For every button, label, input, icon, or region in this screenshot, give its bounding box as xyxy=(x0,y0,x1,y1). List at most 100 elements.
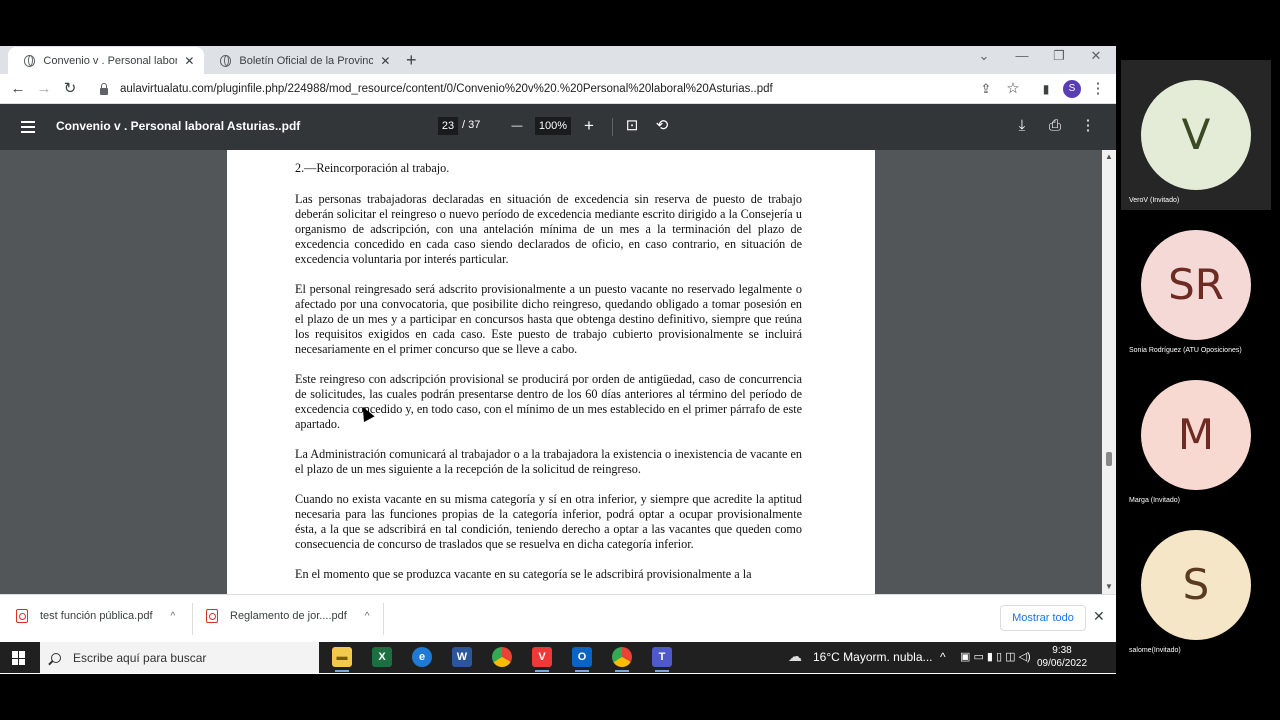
participant-avatar: V xyxy=(1141,80,1251,190)
download-item[interactable]: Reglamento de jor....pdf ^ xyxy=(206,609,370,623)
forward-button[interactable]: → xyxy=(34,80,54,98)
participant-tile[interactable]: S salome(Invitado) xyxy=(1121,510,1271,660)
participant-avatar: SR xyxy=(1141,230,1251,340)
edge-icon[interactable]: e xyxy=(412,647,432,667)
tab-convenio[interactable]: Convenio v . Personal laboral Ast ✕ xyxy=(8,47,204,74)
toolbar-divider xyxy=(612,118,613,136)
close-tab-icon[interactable]: ✕ xyxy=(183,54,196,68)
browser-toolbar: ← → ↻ aulavirtualatu.com/pluginfile.php/… xyxy=(0,74,1116,104)
download-item[interactable]: test función pública.pdf ^ xyxy=(16,609,175,623)
tab-boletin[interactable]: Boletín Oficial de la Provincia de ✕ xyxy=(204,47,400,74)
close-tab-icon[interactable]: ✕ xyxy=(379,54,392,68)
participant-name: Marga (Invitado) xyxy=(1129,497,1180,504)
address-bar[interactable]: aulavirtualatu.com/pluginfile.php/224988… xyxy=(92,77,1117,101)
side-panel-icon[interactable]: ▮ xyxy=(1036,80,1056,98)
vivaldi-icon[interactable]: V xyxy=(532,647,552,672)
word-icon[interactable]: W xyxy=(452,647,472,667)
page-text: 2.—Reincorporación al trabajo. Las perso… xyxy=(295,161,802,594)
taskbar-search[interactable]: Escribe aquí para buscar xyxy=(40,642,319,673)
pdf-viewport[interactable]: 2.—Reincorporación al trabajo. Las perso… xyxy=(0,150,1116,594)
share-icon[interactable]: ⇪ xyxy=(976,80,996,98)
participant-tile[interactable]: V VeroV (Invitado) xyxy=(1121,60,1271,210)
browser-menu-icon[interactable]: ⋮ xyxy=(1088,80,1108,98)
teams-icon[interactable]: T xyxy=(652,647,672,672)
caret-up-icon[interactable]: ^ xyxy=(171,611,176,622)
lock-icon xyxy=(100,82,108,95)
tab-title: Boletín Oficial de la Provincia de xyxy=(239,54,373,67)
pdf-scrollbar[interactable]: ▲ ▼ xyxy=(1102,150,1116,594)
fit-page-icon[interactable]: ⊡ xyxy=(622,117,642,135)
weather-text[interactable]: 16°C Mayorm. nubla... xyxy=(813,650,933,664)
close-window-button[interactable]: ✕ xyxy=(1086,48,1106,64)
minimize-button[interactable]: — xyxy=(1012,48,1032,63)
paragraph: Este reingreso con adscripción provision… xyxy=(295,372,802,431)
participant-tile[interactable]: M Marga (Invitado) xyxy=(1121,360,1271,510)
search-placeholder: Escribe aquí para buscar xyxy=(73,650,207,665)
pdf-title: Convenio v . Personal laboral Asturias..… xyxy=(56,119,301,133)
pdf-page: 2.—Reincorporación al trabajo. Las perso… xyxy=(227,150,875,594)
paragraph: Cuando no exista vacante en su misma cat… xyxy=(295,492,802,551)
taskbar: Escribe aquí para buscar ▬ X e W V O T ☁… xyxy=(0,642,1116,673)
zoom-in-icon[interactable]: + xyxy=(579,117,599,135)
zoom-input[interactable]: 100% xyxy=(535,117,571,135)
globe-icon xyxy=(24,54,36,67)
section-heading: 2.—Reincorporación al trabajo. xyxy=(295,161,450,175)
caret-up-icon[interactable]: ^ xyxy=(365,611,370,622)
download-filename: Reglamento de jor....pdf xyxy=(230,610,347,622)
scroll-down-icon[interactable]: ▼ xyxy=(1105,582,1113,591)
tray-expand-icon[interactable]: ^ xyxy=(940,650,946,664)
browser-window: Convenio v . Personal laboral Ast ✕ Bole… xyxy=(0,46,1116,674)
print-icon[interactable]: ⎙ xyxy=(1045,117,1065,135)
participant-name: VeroV (Invitado) xyxy=(1129,197,1180,204)
rotate-icon[interactable]: ⟲ xyxy=(652,117,672,135)
pdf-file-icon xyxy=(16,609,28,623)
download-filename: test función pública.pdf xyxy=(40,610,153,622)
restore-button[interactable]: ❐ xyxy=(1049,48,1069,64)
divider xyxy=(192,603,193,635)
show-all-button[interactable]: Mostrar todo xyxy=(1000,605,1086,631)
chrome-icon[interactable] xyxy=(492,647,512,667)
star-icon[interactable]: ☆ xyxy=(1003,80,1023,98)
tray-icons[interactable]: ▣ ▭ ▮ ▯ ◫ ◁) xyxy=(960,650,1031,663)
globe-icon xyxy=(220,54,232,67)
back-button[interactable]: ← xyxy=(8,80,28,98)
page-total: / 37 xyxy=(462,119,481,131)
windows-start-icon[interactable] xyxy=(12,651,26,665)
paragraph: Las personas trabajadoras declaradas en … xyxy=(295,192,802,266)
time: 9:38 xyxy=(1052,645,1072,656)
outlook-icon[interactable]: O xyxy=(572,647,592,672)
divider xyxy=(383,603,384,635)
pdf-file-icon xyxy=(206,609,218,623)
participant-avatar: M xyxy=(1141,380,1251,490)
tab-strip: Convenio v . Personal laboral Ast ✕ Bole… xyxy=(0,46,1116,74)
download-icon[interactable]: ⤓ xyxy=(1012,117,1032,135)
url-text: aulavirtualatu.com/pluginfile.php/224988… xyxy=(120,83,773,95)
paragraph: La Administración comunicará al trabajad… xyxy=(295,447,802,476)
tab-search-icon[interactable]: ⌄ xyxy=(974,48,994,64)
close-downloads-icon[interactable]: ✕ xyxy=(1093,608,1105,625)
excel-icon[interactable]: X xyxy=(372,647,392,667)
search-icon xyxy=(51,652,61,663)
file-explorer-icon[interactable]: ▬ xyxy=(332,647,352,672)
tab-title: Convenio v . Personal laboral Ast xyxy=(43,54,177,67)
scroll-thumb[interactable] xyxy=(1106,452,1112,466)
participant-name: salome(Invitado) xyxy=(1129,647,1181,654)
scroll-up-icon[interactable]: ▲ xyxy=(1105,152,1113,161)
paragraph: El personal reingresado será adscrito pr… xyxy=(295,282,802,356)
cloud-icon: ☁ xyxy=(788,648,802,664)
participant-tile[interactable]: SR Sonia Rodríguez (ATU Oposiciones) xyxy=(1121,210,1271,360)
pdf-toolbar: Convenio v . Personal laboral Asturias..… xyxy=(0,104,1116,150)
participant-avatar: S xyxy=(1141,530,1251,640)
profile-avatar[interactable]: S xyxy=(1063,80,1081,98)
more-actions-icon[interactable]: ⋮ xyxy=(1078,117,1098,135)
menu-icon[interactable] xyxy=(21,121,35,133)
clock[interactable]: 9:38 09/06/2022 xyxy=(1030,644,1094,670)
paragraph: En el momento que se produzca vacante en… xyxy=(295,567,752,581)
downloads-bar: test función pública.pdf ^ Reglamento de… xyxy=(0,594,1116,642)
new-tab-button[interactable]: + xyxy=(406,50,417,70)
zoom-out-icon[interactable]: — xyxy=(507,117,527,135)
page-number-input[interactable]: 23 xyxy=(438,117,458,135)
chrome-profile-icon[interactable] xyxy=(612,647,632,672)
reload-button[interactable]: ↻ xyxy=(60,80,80,98)
participant-name: Sonia Rodríguez (ATU Oposiciones) xyxy=(1129,347,1242,354)
